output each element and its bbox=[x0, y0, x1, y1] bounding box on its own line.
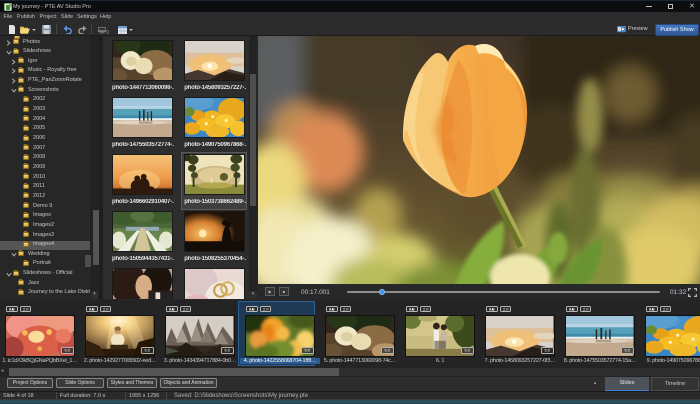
svg-text:D:: D: bbox=[106, 29, 109, 33]
